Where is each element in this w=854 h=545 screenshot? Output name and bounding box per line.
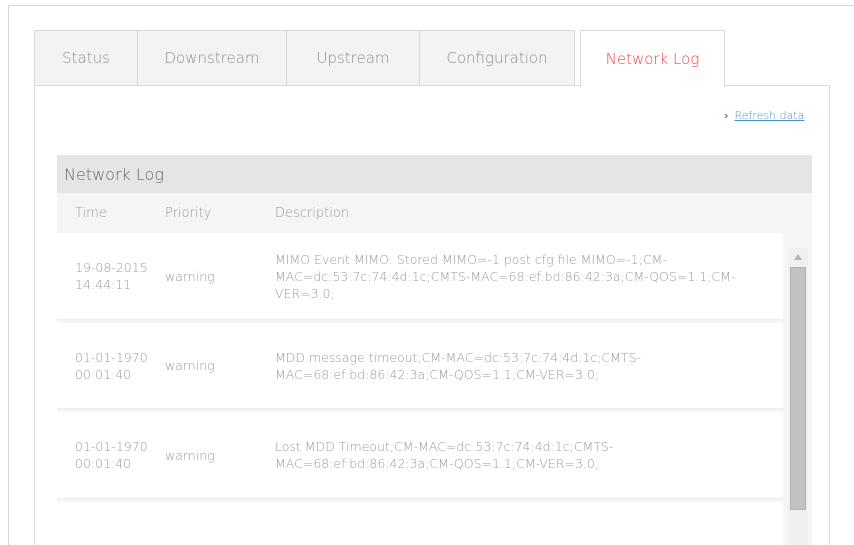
refresh-data-link[interactable]: › Refresh data	[724, 109, 804, 122]
column-header-description: Description	[275, 205, 350, 221]
cell-time: 01-01-1970 00:01:40	[75, 439, 148, 471]
cell-priority: warning	[165, 358, 215, 373]
table-header-row: Time Priority Description	[57, 193, 812, 233]
tab-status[interactable]: Status	[34, 30, 138, 85]
tab-network-log[interactable]: Network Log	[580, 30, 725, 87]
table-body[interactable]: 19-08-2015 14:44:11 warning MIMO Event M…	[57, 233, 812, 545]
cell-time: 01-01-1970 00:01:40	[75, 349, 148, 382]
column-header-time: Time	[75, 205, 107, 221]
cell-description: Lost MDD Timeout;CM-MAC=dc:53:7c:74:4d:1…	[275, 439, 614, 471]
tab-downstream[interactable]: Downstream	[137, 30, 287, 85]
network-log-title: Network Log	[57, 155, 812, 193]
table-row	[57, 502, 783, 545]
table-row: 01-01-1970 00:01:40 warning MDD message …	[57, 323, 783, 409]
table-row: 01-01-1970 00:01:40 warning Lost MDD Tim…	[57, 412, 783, 499]
cell-description: MDD message timeout;CM-MAC=dc:53:7c:74:4…	[275, 349, 642, 382]
table-row: 19-08-2015 14:44:11 warning MIMO Event M…	[57, 233, 783, 320]
scroll-thumb[interactable]	[790, 267, 806, 510]
chevron-right-icon: ›	[724, 109, 729, 122]
cell-time: 19-08-2015 14:44:11	[75, 260, 148, 292]
cell-priority	[159, 502, 268, 545]
refresh-data-label: Refresh data	[734, 109, 805, 122]
cell-description: MIMO Event MIMO: Stored MIMO=-1 post cfg…	[275, 251, 736, 301]
tab-network-log-label: Network Log	[605, 50, 700, 68]
tab-upstream[interactable]: Upstream	[286, 30, 420, 85]
tab-downstream-label: Downstream	[164, 49, 260, 67]
scroll-up-arrow-icon[interactable]	[788, 250, 808, 264]
cell-description	[268, 502, 783, 545]
column-header-priority: Priority	[165, 205, 212, 221]
frame-border-left	[8, 5, 9, 545]
cell-priority: warning	[165, 268, 215, 284]
tab-configuration[interactable]: Configuration	[419, 30, 575, 85]
frame-border-top	[8, 5, 854, 6]
tab-configuration-label: Configuration	[446, 49, 548, 67]
network-log-table: Network Log Time Priority Description 19…	[57, 155, 812, 545]
tab-upstream-label: Upstream	[316, 49, 390, 67]
log-scrollbar[interactable]	[788, 248, 808, 545]
tab-status-label: Status	[62, 49, 110, 67]
cell-time	[57, 502, 159, 545]
cell-priority: warning	[165, 447, 215, 463]
